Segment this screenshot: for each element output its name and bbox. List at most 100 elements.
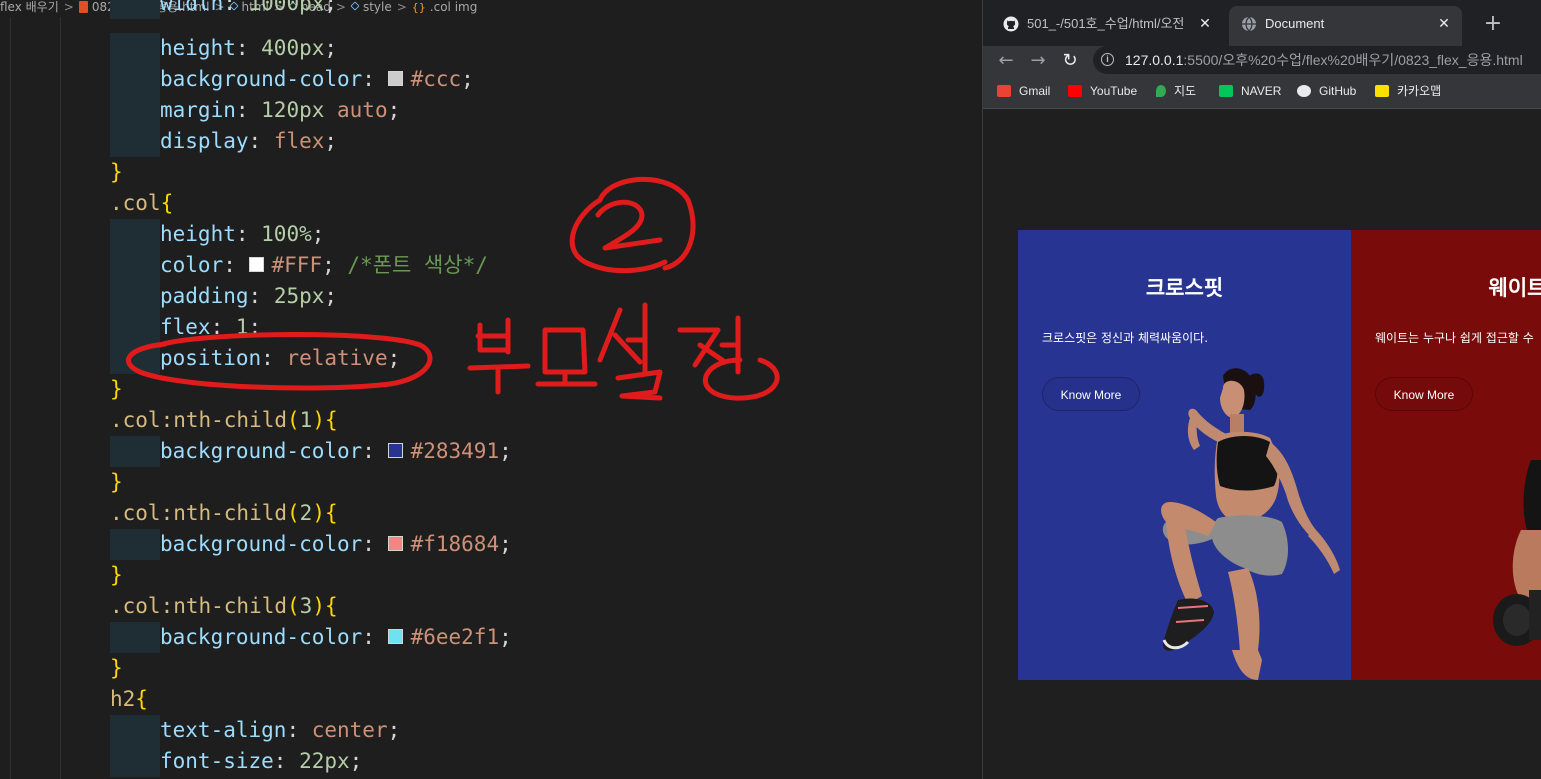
indent-highlight	[110, 219, 160, 250]
new-tab-button[interactable]: +	[1483, 10, 1503, 38]
indent-highlight	[110, 746, 160, 777]
reload-button[interactable]: ↻	[1057, 48, 1083, 74]
browser-tab-document[interactable]: Document ✕	[1229, 6, 1462, 46]
address-host: 127.0.0.1	[1125, 52, 1184, 68]
css-property: position	[160, 346, 262, 370]
code-line[interactable]: }	[110, 653, 123, 684]
address-path: :5500/오후%20수업/flex%20배우기/0823_flex_응용.ht…	[1183, 52, 1523, 68]
color-swatch[interactable]	[387, 443, 403, 458]
indent-highlight	[110, 250, 160, 281]
css-value: #6ee2f1	[410, 625, 500, 649]
annotation-text-bu	[467, 317, 531, 395]
css-value: 400px	[261, 36, 325, 60]
code-line[interactable]: position: relative;	[160, 343, 400, 374]
back-button[interactable]: ←	[993, 48, 1019, 74]
annotation-text-seol	[597, 302, 663, 401]
annotation-text-mo	[535, 327, 598, 387]
code-line[interactable]: }	[110, 560, 123, 591]
map-pin-icon	[1156, 84, 1166, 97]
open-brace: {	[324, 408, 338, 432]
close-icon[interactable]: ✕	[1436, 6, 1452, 42]
breadcrumb-separator: >	[396, 0, 407, 14]
browser-tab-github[interactable]: 501_-/501호_수업/html/오전 수업 ✕	[991, 6, 1223, 46]
code-line[interactable]: }	[110, 467, 123, 498]
css-selector: h2	[110, 687, 136, 711]
close-brace: }	[110, 656, 123, 680]
tab-strip: 501_-/501호_수업/html/오전 수업 ✕ Document ✕ +	[983, 0, 1541, 46]
color-swatch[interactable]	[387, 629, 403, 644]
code-line[interactable]: background-color: #f18684;	[160, 529, 512, 560]
code-line[interactable]: background-color: #ccc;	[160, 64, 474, 95]
code-line[interactable]: margin: 120px auto;	[160, 95, 400, 126]
css-property: background-color	[160, 532, 363, 556]
code-line[interactable]: .col:nth-child(3){	[110, 591, 338, 622]
bookmark-gmail[interactable]: Gmail	[997, 78, 1050, 104]
color-swatch[interactable]	[387, 536, 403, 551]
symbol-cube-icon	[350, 1, 360, 11]
code-line[interactable]: }	[110, 374, 123, 405]
bookmark-youtube[interactable]: YouTube	[1068, 78, 1137, 104]
css-selector: .col:nth-child	[110, 408, 288, 432]
naver-icon	[1219, 84, 1233, 97]
bookmark-naver[interactable]: NAVER	[1219, 78, 1281, 104]
code-line[interactable]: height: 100%;	[160, 219, 324, 250]
code-line[interactable]: height: 400px;	[160, 33, 337, 64]
css-property: text-align	[160, 718, 287, 742]
bookmark-label: NAVER	[1241, 84, 1282, 98]
flex-container: 크로스핏 크로스핏은 정신과 체력싸움이다. Know More 웨이트 웨이트…	[1018, 230, 1541, 680]
gmail-icon	[997, 84, 1011, 97]
forward-button[interactable]: →	[1025, 48, 1051, 74]
css-value: 22px	[299, 749, 350, 773]
breadcrumb-item-folder[interactable]: flex 배우기	[0, 0, 59, 14]
css-property: background-color	[160, 625, 363, 649]
close-brace: }	[110, 563, 123, 587]
code-line[interactable]: text-align: center;	[160, 715, 400, 746]
column-crossfit: 크로스핏 크로스핏은 정신과 체력싸움이다. Know More	[1018, 230, 1351, 680]
code-line[interactable]: }	[110, 157, 123, 188]
indent-highlight	[110, 281, 160, 312]
breadcrumb-item-style[interactable]: style	[363, 0, 392, 14]
color-swatch[interactable]	[248, 257, 264, 272]
annotation-circle	[569, 176, 696, 274]
code-line[interactable]: color: #FFF; /*폰트 색상*/	[160, 250, 488, 281]
code-line[interactable]: background-color: #6ee2f1;	[160, 622, 512, 653]
color-swatch[interactable]	[387, 71, 403, 86]
selector-argument: 2	[299, 501, 313, 525]
code-line[interactable]: font-size: 22px;	[160, 746, 362, 777]
close-icon[interactable]: ✕	[1197, 6, 1213, 42]
css-value: #283491	[410, 439, 500, 463]
code-line[interactable]: padding: 25px;	[160, 281, 337, 312]
weightlifter-image	[1493, 460, 1541, 646]
bookmark-github[interactable]: GitHub	[1297, 78, 1356, 104]
code-line[interactable]: flex: 1;	[160, 312, 261, 343]
indent-highlight	[110, 33, 160, 64]
indent-highlight	[110, 529, 160, 560]
code-line[interactable]: background-color: #283491;	[160, 436, 512, 467]
bookmark-label: 지도	[1174, 84, 1197, 98]
code-line[interactable]: display: flex;	[160, 126, 337, 157]
bookmark-label: GitHub	[1319, 84, 1357, 98]
css-property: background-color	[160, 67, 363, 91]
css-value: 1	[235, 315, 249, 339]
column-weight: 웨이트 웨이트는 누구나 쉽게 접근할 수 Know More	[1351, 230, 1541, 680]
youtube-icon	[1068, 84, 1082, 97]
open-brace: {	[324, 501, 338, 525]
code-line[interactable]: h2{	[110, 684, 148, 715]
info-icon[interactable]: i	[1101, 53, 1114, 66]
breadcrumb-item-selector[interactable]: .col img	[430, 0, 478, 14]
code-line[interactable]: .col{	[110, 188, 173, 219]
code-line[interactable]: .col:nth-child(2){	[110, 498, 338, 529]
code-line[interactable]: width: 1000px;	[160, 0, 337, 19]
bookmark-kakaomap[interactable]: 카카오맵	[1375, 78, 1441, 104]
browser-window: 501_-/501호_수업/html/오전 수업 ✕ Document ✕ + …	[982, 0, 1541, 779]
bookmark-map[interactable]: 지도	[1156, 78, 1196, 104]
css-value: 100%	[261, 222, 312, 246]
bookmark-label: 카카오맵	[1397, 84, 1442, 98]
code-editor[interactable]: flex 배우기>0823_flex_응용.html>html>head>sty…	[0, 0, 982, 779]
code-line[interactable]: .col:nth-child(1){	[110, 405, 338, 436]
close-brace: }	[110, 160, 123, 184]
address-bar[interactable]: i 127.0.0.1:5500/오후%20수업/flex%20배우기/0823…	[1093, 46, 1541, 74]
indent-highlight	[110, 343, 160, 374]
css-property: height	[160, 222, 236, 246]
css-property: font-size	[160, 749, 274, 773]
